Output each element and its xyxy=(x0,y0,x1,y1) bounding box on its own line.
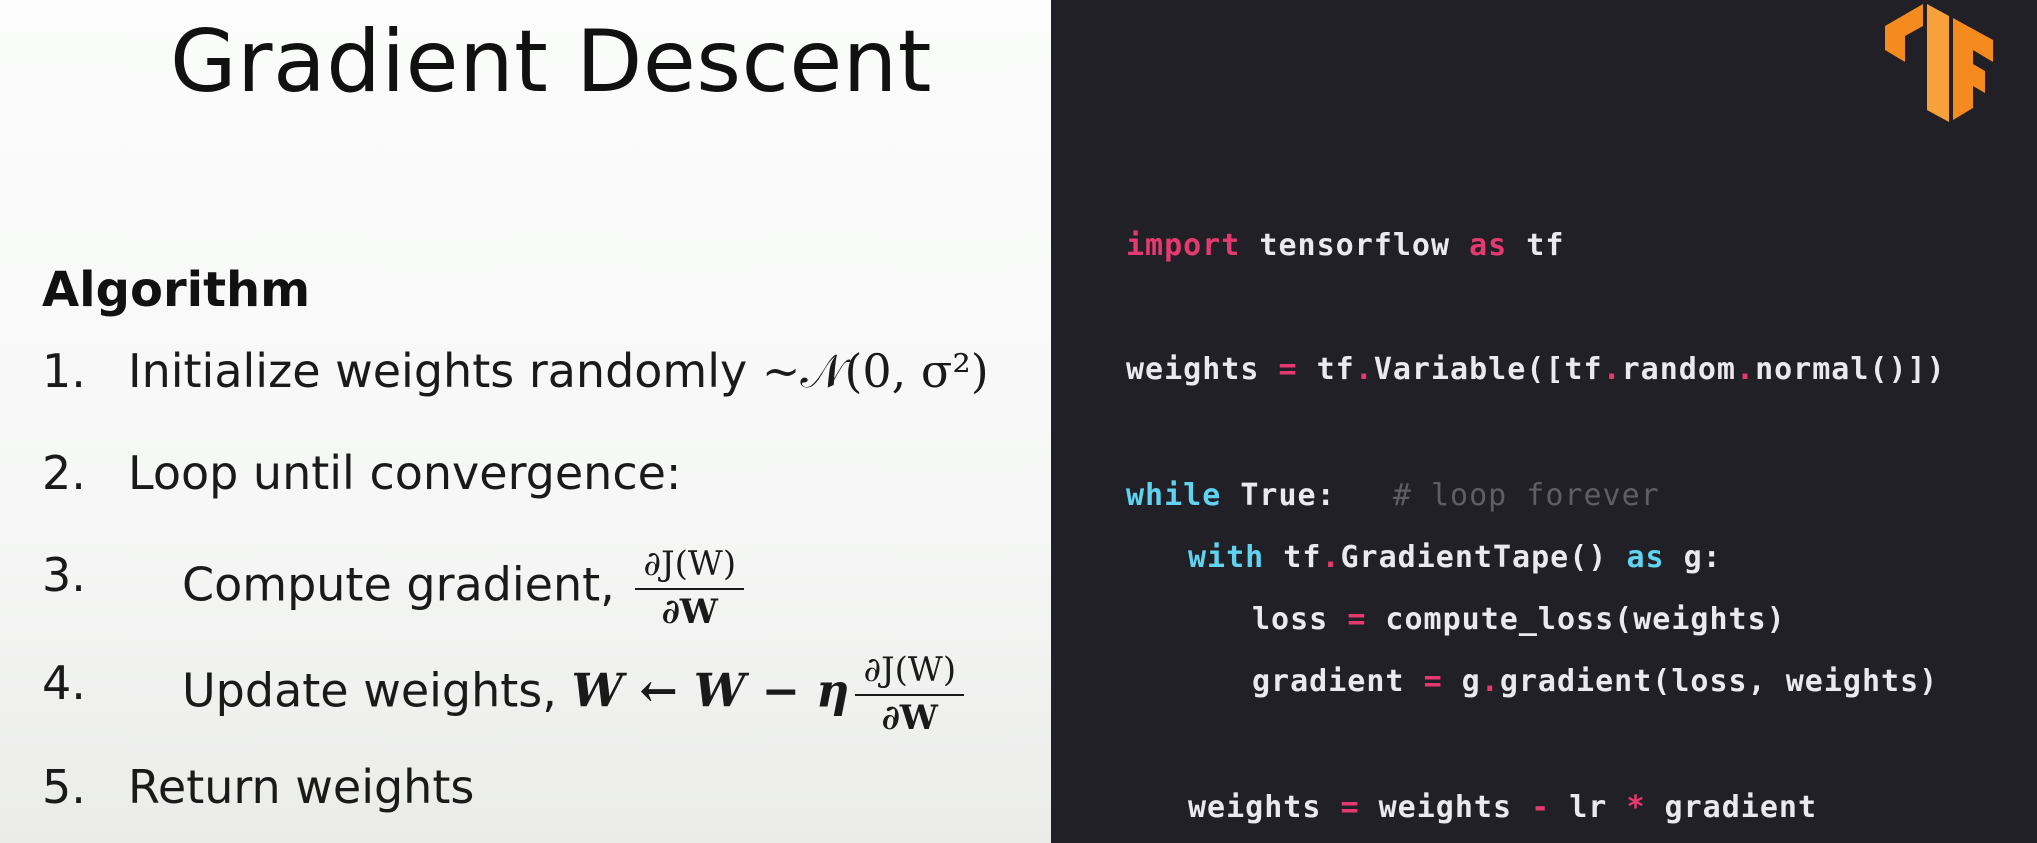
code-token: loss xyxy=(1252,602,1348,637)
code-token: gradient(loss, weights) xyxy=(1499,664,1939,699)
step-1: Initialize weights randomly ~𝒩(0, σ²) xyxy=(128,344,989,400)
code-token: weights xyxy=(1188,790,1341,825)
code-token: as xyxy=(1469,228,1508,263)
code-token: tf xyxy=(1507,228,1565,263)
code-token: with xyxy=(1188,540,1265,575)
gradient-fraction: ∂J(W) ∂W xyxy=(635,544,745,632)
step-3: Compute gradient, ∂J(W) ∂W xyxy=(182,544,745,632)
code-token: as xyxy=(1626,540,1665,575)
code-line-4: with tf.GradientTape() as g: xyxy=(1188,540,1722,575)
step-text: Update weights, xyxy=(182,663,572,718)
step-number: 3. xyxy=(42,548,86,602)
code-token: = xyxy=(1340,790,1360,825)
fraction-denominator: ∂W xyxy=(661,592,718,632)
code-token: g xyxy=(1442,664,1481,699)
step-number: 4. xyxy=(42,656,86,710)
code-token: GradientTape() xyxy=(1340,540,1627,575)
step-math: ~𝒩(0, σ²) xyxy=(761,344,989,398)
code-token: - xyxy=(1531,790,1551,825)
code-token: weights xyxy=(1359,790,1532,825)
code-token: True: xyxy=(1221,478,1393,513)
code-token: weights xyxy=(1126,352,1279,387)
tensorflow-logo-icon xyxy=(1885,4,1993,122)
code-line-3: while True: # loop forever xyxy=(1126,478,1660,513)
code-token: gradient xyxy=(1645,790,1818,825)
code-token: . xyxy=(1321,540,1341,575)
code-token: random xyxy=(1621,352,1736,387)
code-token: = xyxy=(1347,602,1367,637)
step-math: W ← W − η xyxy=(571,663,850,718)
code-line-6: gradient = g.gradient(loss, weights) xyxy=(1252,664,1938,699)
code-line-2: weights = tf.Variable([tf.random.normal(… xyxy=(1126,352,1946,387)
step-text: Initialize weights randomly xyxy=(128,344,762,398)
code-token: tf xyxy=(1264,540,1322,575)
code-token: = xyxy=(1423,664,1443,699)
code-line-5: loss = compute_loss(weights) xyxy=(1252,602,1786,637)
step-text: Compute gradient, xyxy=(182,557,630,612)
step-2: Loop until convergence: xyxy=(128,446,682,500)
code-token: gradient xyxy=(1252,664,1424,699)
code-token: = xyxy=(1278,352,1298,387)
code-token: . xyxy=(1602,352,1622,387)
step-5: Return weights xyxy=(128,760,475,814)
code-panel xyxy=(1051,0,2037,843)
algorithm-heading: Algorithm xyxy=(42,262,311,318)
code-token: . xyxy=(1480,664,1500,699)
fraction-numerator: ∂J(W) xyxy=(855,650,965,696)
code-token: while xyxy=(1126,478,1222,513)
step-4: Update weights, W ← W − η ∂J(W) ∂W xyxy=(182,650,965,738)
code-token: lr xyxy=(1550,790,1627,825)
slide-title: Gradient Descent xyxy=(170,12,933,112)
code-token: compute_loss(weights) xyxy=(1366,602,1786,637)
code-token: import xyxy=(1126,228,1241,263)
slide-left-panel: Gradient Descent Algorithm 1. Initialize… xyxy=(0,0,1051,843)
fraction-numerator: ∂J(W) xyxy=(635,544,745,590)
code-token: . xyxy=(1736,352,1756,387)
code-token: Variable([tf xyxy=(1373,352,1603,387)
code-token: * xyxy=(1626,790,1646,825)
step-number: 2. xyxy=(42,446,86,500)
gradient-fraction: ∂J(W) ∂W xyxy=(855,650,965,738)
code-comment: # loop forever xyxy=(1392,478,1660,513)
code-line-7: weights = weights - lr * gradient xyxy=(1188,790,1817,825)
code-token: . xyxy=(1354,352,1374,387)
code-token: tensorflow xyxy=(1240,228,1470,263)
step-number: 5. xyxy=(42,760,86,814)
code-line-1: import tensorflow as tf xyxy=(1126,228,1564,263)
code-token: g: xyxy=(1664,540,1722,575)
fraction-denominator: ∂W xyxy=(881,698,938,738)
code-token: tf xyxy=(1297,352,1355,387)
code-token: normal()]) xyxy=(1755,352,1946,387)
step-number: 1. xyxy=(42,344,86,398)
